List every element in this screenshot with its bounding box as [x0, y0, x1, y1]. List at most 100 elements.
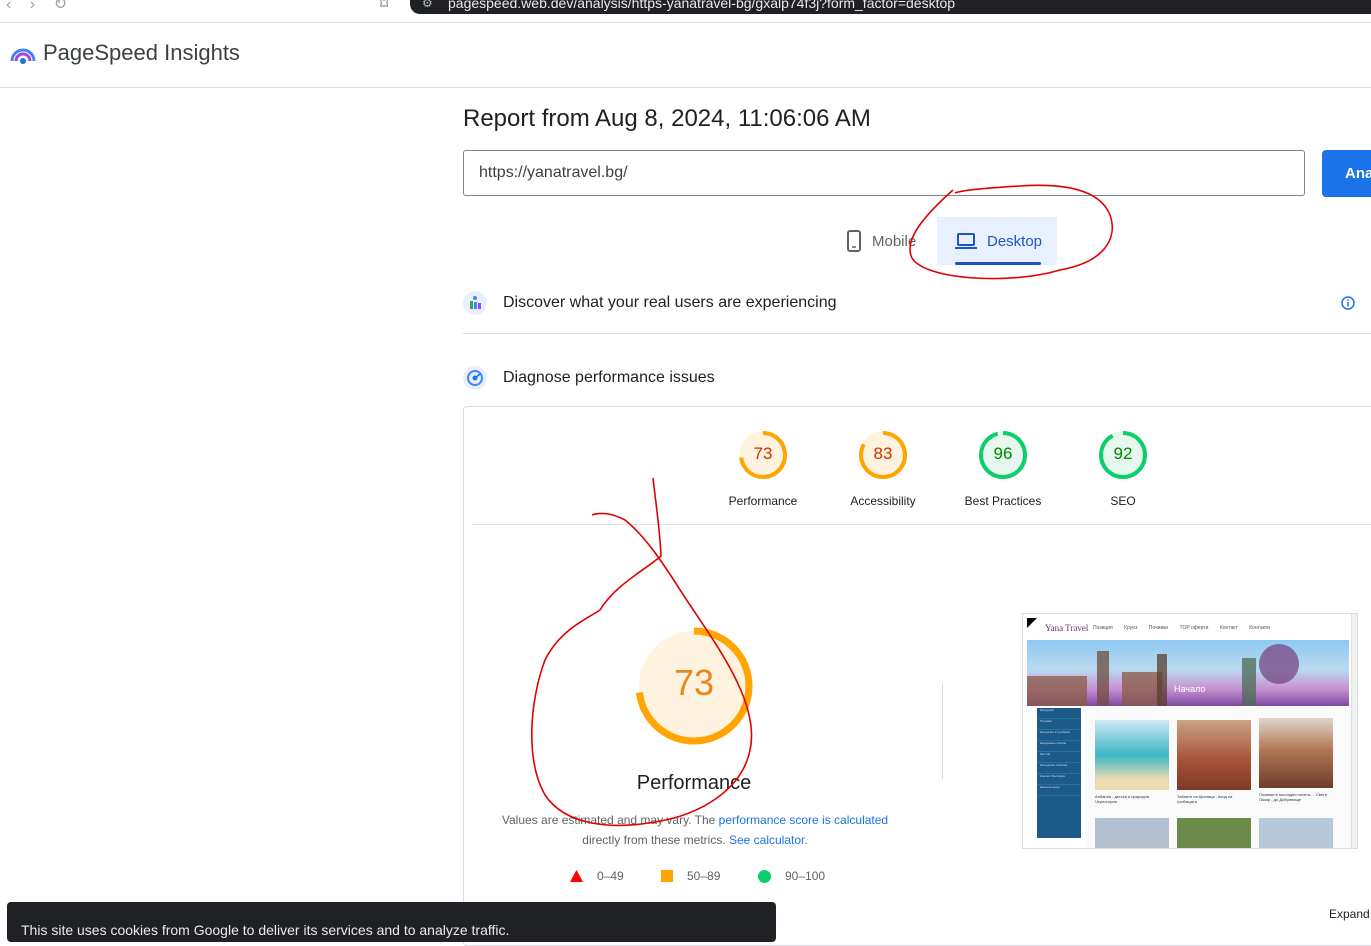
thumb-brand: Yana Travel	[1045, 623, 1089, 633]
thumb-sidebar-item: Ежедневни обзори	[1037, 741, 1081, 752]
tab-desktop-label: Desktop	[987, 232, 1043, 250]
estimate-note: Values are estimated and may vary. The p…	[490, 810, 900, 850]
thumb-photo-church	[1259, 818, 1333, 848]
browser-toolbar: ‹ › ↻ ⌑ ⚙ pagespeed.web.dev/analysis/htt…	[0, 0, 1371, 23]
thumb-menu-item: Контакти	[1249, 625, 1271, 631]
estimate-note-middle: directly from these metrics.	[582, 833, 729, 847]
gauge-seo-score: 92	[1113, 444, 1133, 463]
tab-selected-indicator	[955, 262, 1041, 265]
thumb-menu: Позиция Круиз Почивки TOP оферти Контакт…	[1093, 625, 1280, 631]
card-divider	[472, 524, 1371, 525]
legend-fail-range: 0–49	[597, 869, 624, 883]
expand-view-button[interactable]: Expand	[1329, 907, 1370, 921]
browser-nav: ‹ › ↻	[6, 0, 81, 14]
real-users-section[interactable]: Discover what your real users are experi…	[463, 283, 1371, 323]
thumb-landmark	[1097, 651, 1109, 706]
gauge-performance-label: Performance	[728, 494, 798, 508]
estimate-note-prefix: Values are estimated and may vary. The	[501, 813, 719, 827]
thumb-photo-petra	[1177, 720, 1251, 790]
performance-big-label: Performance	[636, 772, 752, 794]
gauge-best-practices-score: 96	[993, 444, 1013, 463]
thumb-corner-mark	[1027, 618, 1037, 628]
tab-mobile[interactable]: Mobile	[838, 217, 934, 265]
thumb-landmark	[1027, 676, 1087, 706]
final-screenshot-thumbnail: Yana Travel Позиция Круиз Почивки TOP оф…	[1022, 613, 1358, 849]
thumb-menu-item: TOP оферти	[1179, 625, 1209, 631]
see-calculator-link[interactable]: See calculator.	[729, 833, 808, 847]
app-title[interactable]: PageSpeed Insights	[43, 40, 240, 66]
url-input[interactable]	[463, 150, 1305, 196]
thumb-landmark	[1157, 654, 1167, 706]
crux-users-icon	[463, 291, 487, 315]
lighthouse-diagnose-icon	[463, 366, 487, 390]
thumb-photo-hotel	[1259, 718, 1333, 788]
gauge-best-practices[interactable]: 96 Best Practices	[953, 430, 1053, 508]
thumb-hero-title: Начало	[1174, 684, 1206, 694]
tab-desktop[interactable]: Desktop	[937, 217, 1057, 265]
thumb-hero-banner: Начало	[1027, 640, 1349, 706]
info-icon[interactable]	[1341, 296, 1355, 310]
site-settings-icon[interactable]: ⚙	[422, 0, 433, 16]
thumb-photo-beach	[1095, 720, 1169, 790]
fail-triangle-icon	[570, 870, 583, 882]
diagnose-heading: Diagnose performance issues	[503, 369, 715, 386]
real-users-heading: Discover what your real users are experi…	[503, 294, 837, 311]
section-divider	[463, 333, 1371, 334]
thumb-landmark	[1259, 644, 1299, 684]
gauge-seo-label: SEO	[1110, 494, 1136, 508]
performance-big-score: 73	[673, 662, 715, 703]
thumb-caption: Почивки в последни посети-... Свети Лаза…	[1259, 792, 1327, 802]
gauge-performance-score: 73	[753, 444, 773, 463]
report-title: Report from Aug 8, 2024, 11:06:06 AM	[463, 105, 871, 132]
vertical-divider	[942, 684, 943, 779]
address-bar[interactable]: ⚙ pagespeed.web.dev/analysis/https-yanat…	[410, 0, 1371, 14]
thumb-caption: Албания - детска и природна Черногория	[1095, 794, 1150, 804]
thumb-menu-item: Контакт	[1219, 625, 1238, 631]
back-icon[interactable]: ‹	[6, 0, 11, 13]
reload-icon[interactable]: ↻	[54, 0, 67, 13]
thumb-landmark	[1242, 658, 1256, 706]
thumb-caption: Тайните на Кралица - вход на гробищата	[1177, 794, 1233, 804]
thumb-landmark	[1122, 672, 1162, 706]
gauge-seo[interactable]: 92 SEO	[1073, 430, 1173, 508]
tab-mobile-label: Mobile	[872, 232, 917, 250]
gauge-best-practices-label: Best Practices	[964, 494, 1042, 508]
gauge-performance[interactable]: 73 Performance	[713, 430, 813, 508]
thumb-sidebar-item: Почивки	[1037, 719, 1081, 730]
thumb-nav: Yana Travel Позиция Круиз Почивки TOP оф…	[1023, 614, 1357, 640]
address-text: pagespeed.web.dev/analysis/https-yanatra…	[448, 0, 956, 11]
thumb-sidebar-item: Контакт България	[1037, 774, 1081, 785]
bookmark-icon[interactable]: ⌑	[380, 0, 388, 14]
thumb-sidebar-item: Екскурзии в Чужбина	[1037, 730, 1081, 741]
gauge-accessibility[interactable]: 83 Accessibility	[833, 430, 933, 508]
cookie-banner: This site uses cookies from Google to de…	[7, 902, 776, 942]
pass-circle-icon	[758, 869, 771, 883]
app-header: PageSpeed Insights	[0, 23, 1371, 88]
thumb-sidebar: Екскурзии Почивки Екскурзии в Чужбина Еж…	[1037, 708, 1081, 838]
thumb-main: Албания - детска и природна Черногория Т…	[1085, 708, 1351, 848]
legend-average: 50–89	[661, 869, 720, 883]
thumb-menu-item: Круиз	[1124, 625, 1138, 631]
diagnose-section[interactable]: Diagnose performance issues	[463, 358, 1371, 398]
thumb-scrollbar	[1351, 614, 1357, 848]
legend-pass-range: 90–100	[785, 869, 826, 883]
gauge-accessibility-score: 83	[873, 444, 893, 463]
thumb-photo-city	[1095, 818, 1169, 848]
thumb-menu-item: Почивки	[1148, 625, 1169, 631]
legend-pass: 90–100	[758, 869, 825, 883]
thumb-sidebar-item: Интересни събития	[1037, 763, 1081, 774]
gauge-accessibility-label: Accessibility	[850, 494, 916, 508]
thumb-sidebar-item: Фестив	[1037, 752, 1081, 763]
legend-average-range: 50–89	[687, 869, 721, 883]
thumb-sidebar-item: Ежекатегории	[1037, 785, 1081, 796]
performance-score-link[interactable]: performance score is calculated	[719, 813, 888, 827]
legend-fail: 0–49	[570, 869, 624, 883]
forward-icon[interactable]: ›	[30, 0, 35, 13]
analyze-button[interactable]: Analyze	[1322, 150, 1371, 197]
pagespeed-logo-icon[interactable]	[10, 43, 36, 67]
thumb-photo-village	[1177, 818, 1251, 848]
average-square-icon	[661, 870, 673, 882]
laptop-icon	[955, 233, 977, 249]
thumb-menu-item: Позиция	[1093, 625, 1113, 631]
smartphone-icon	[847, 230, 861, 252]
